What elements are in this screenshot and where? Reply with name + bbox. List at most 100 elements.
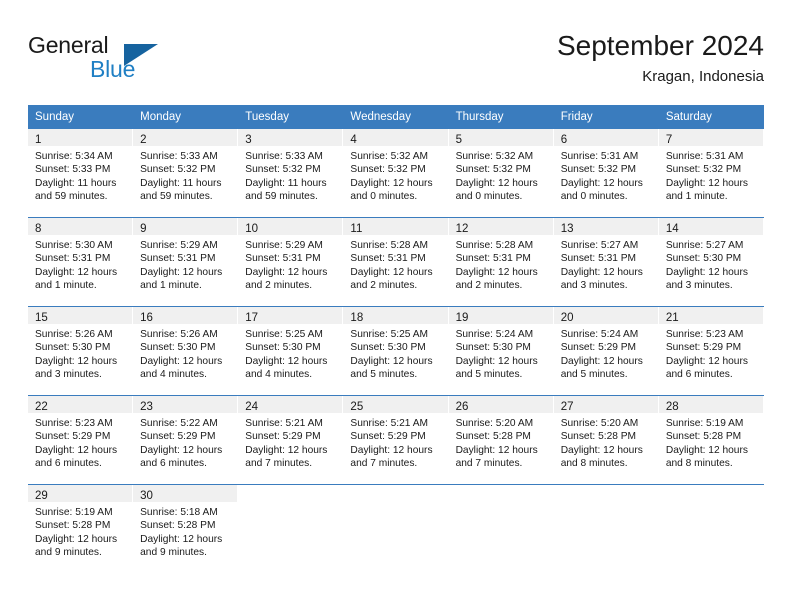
day-details: Sunrise: 5:24 AM Sunset: 5:30 PM Daylight:… bbox=[449, 324, 553, 388]
calendar-day-cell[interactable]: 28 Sunrise: 5:19 AM Sunset: 5:28 PM Dayligh… bbox=[658, 396, 764, 484]
title-block: September 2024 Kragan, Indonesia bbox=[557, 28, 764, 88]
daylight-duration-line1: Daylight: 12 hours bbox=[245, 266, 328, 278]
day-number: 18 bbox=[350, 312, 364, 324]
daylight-duration-line2: and 59 minutes. bbox=[35, 191, 108, 203]
calendar-day-cell[interactable]: 2 Sunrise: 5:33 AM Sunset: 5:32 PM Daylight… bbox=[133, 129, 239, 217]
calendar-day-cell[interactable]: 22 Sunrise: 5:23 AM Sunset: 5:29 PM Dayligh… bbox=[28, 396, 134, 484]
calendar-day-cell[interactable]: 24 Sunrise: 5:21 AM Sunset: 5:29 PM Dayligh… bbox=[238, 396, 344, 484]
daylight-duration-line2: and 7 minutes. bbox=[350, 458, 418, 470]
day-number-bar: 8 bbox=[28, 218, 133, 235]
sunset-time: Sunset: 5:29 PM bbox=[665, 342, 742, 354]
calendar-day-cell[interactable]: 17 Sunrise: 5:25 AM Sunset: 5:30 PM Dayligh… bbox=[238, 307, 344, 395]
daylight-duration-line1: Daylight: 11 hours bbox=[140, 177, 222, 189]
calendar-day-cell[interactable]: 29 Sunrise: 5:19 AM Sunset: 5:28 PM Dayligh… bbox=[28, 485, 134, 573]
calendar-cell-empty bbox=[343, 485, 449, 573]
day-details: Sunrise: 5:31 AM Sunset: 5:32 PM Daylight:… bbox=[554, 146, 658, 210]
calendar-day-cell[interactable]: 27 Sunrise: 5:20 AM Sunset: 5:28 PM Dayligh… bbox=[553, 396, 659, 484]
daylight-duration-line1: Daylight: 12 hours bbox=[350, 266, 433, 278]
sunset-time: Sunset: 5:28 PM bbox=[560, 431, 637, 443]
calendar-day-cell[interactable]: 18 Sunrise: 5:25 AM Sunset: 5:30 PM Dayligh… bbox=[343, 307, 449, 395]
sunrise-time: Sunrise: 5:27 AM bbox=[665, 240, 744, 251]
sunset-time: Sunset: 5:31 PM bbox=[350, 253, 426, 265]
weekday-header-thursday: Thursday bbox=[455, 111, 504, 123]
calendar-day-cell[interactable]: 12 Sunrise: 5:28 AM Sunset: 5:31 PM Dayligh… bbox=[448, 218, 554, 306]
daylight-duration-line1: Daylight: 12 hours bbox=[560, 177, 643, 189]
sunrise-time: Sunrise: 5:25 AM bbox=[245, 329, 323, 340]
calendar-weeks: 1 Sunrise: 5:34 AM Sunset: 5:33 PM Daylight… bbox=[28, 129, 764, 573]
weekday-header-row: Sunday Monday Tuesday Wednesday Thursday Frid… bbox=[28, 105, 764, 129]
calendar-day-cell[interactable]: 8 Sunrise: 5:30 AM Sunset: 5:31 PM Daylight… bbox=[28, 218, 134, 306]
sunrise-time: Sunrise: 5:31 AM bbox=[665, 151, 744, 162]
daylight-duration-line1: Daylight: 12 hours bbox=[455, 266, 538, 278]
sunset-time: Sunset: 5:29 PM bbox=[350, 431, 426, 443]
calendar-day-cell[interactable]: 10 Sunrise: 5:29 AM Sunset: 5:31 PM Dayligh… bbox=[238, 218, 344, 306]
day-number-bar: 28 bbox=[658, 396, 763, 413]
sunset-time: Sunset: 5:32 PM bbox=[665, 164, 742, 176]
daylight-duration-line1: Daylight: 12 hours bbox=[560, 355, 643, 367]
calendar-day-cell[interactable]: 23 Sunrise: 5:22 AM Sunset: 5:29 PM Dayligh… bbox=[133, 396, 239, 484]
day-details bbox=[449, 502, 553, 512]
day-details: Sunrise: 5:21 AM Sunset: 5:29 PM Daylight:… bbox=[343, 413, 447, 477]
daylight-duration-line1: Daylight: 12 hours bbox=[665, 177, 748, 189]
calendar-day-cell[interactable]: 6 Sunrise: 5:31 AM Sunset: 5:32 PM Daylight… bbox=[553, 129, 659, 217]
calendar-day-cell[interactable]: 13 Sunrise: 5:27 AM Sunset: 5:31 PM Dayligh… bbox=[553, 218, 659, 306]
weekday-header-wednesday: Wednesday bbox=[350, 111, 411, 123]
calendar-day-cell[interactable]: 14 Sunrise: 5:27 AM Sunset: 5:30 PM Dayligh… bbox=[658, 218, 764, 306]
daylight-duration-line2: and 4 minutes. bbox=[140, 369, 207, 381]
daylight-duration-line2: and 1 minute. bbox=[140, 280, 202, 292]
daylight-duration-line1: Daylight: 12 hours bbox=[245, 355, 328, 367]
calendar-day-cell[interactable]: 1 Sunrise: 5:34 AM Sunset: 5:33 PM Daylight… bbox=[28, 129, 134, 217]
day-number-bar: 26 bbox=[448, 396, 553, 413]
day-details: Sunrise: 5:30 AM Sunset: 5:31 PM Daylight:… bbox=[28, 235, 132, 299]
calendar-day-cell[interactable]: 11 Sunrise: 5:28 AM Sunset: 5:31 PM Dayligh… bbox=[343, 218, 449, 306]
calendar-day-cell[interactable]: 15 Sunrise: 5:26 AM Sunset: 5:30 PM Dayligh… bbox=[28, 307, 134, 395]
calendar-cell-empty bbox=[238, 485, 344, 573]
day-details bbox=[343, 502, 447, 512]
calendar-day-cell[interactable]: 19 Sunrise: 5:24 AM Sunset: 5:30 PM Dayligh… bbox=[448, 307, 554, 395]
sunset-time: Sunset: 5:29 PM bbox=[35, 431, 111, 443]
daylight-duration-line1: Daylight: 11 hours bbox=[245, 177, 327, 189]
day-number-bar: 2 bbox=[133, 129, 238, 146]
day-number-bar bbox=[448, 485, 553, 502]
daylight-duration-line1: Daylight: 12 hours bbox=[665, 355, 748, 367]
day-number-bar: 9 bbox=[133, 218, 238, 235]
day-number-bar: 16 bbox=[133, 307, 238, 324]
calendar-day-cell[interactable]: 26 Sunrise: 5:20 AM Sunset: 5:28 PM Dayligh… bbox=[448, 396, 554, 484]
day-number-bar bbox=[343, 485, 448, 502]
daylight-duration-line2: and 7 minutes. bbox=[245, 458, 313, 470]
day-details: Sunrise: 5:24 AM Sunset: 5:29 PM Daylight:… bbox=[554, 324, 658, 388]
calendar-day-cell[interactable]: 4 Sunrise: 5:32 AM Sunset: 5:32 PM Daylight… bbox=[343, 129, 449, 217]
day-number-bar: 13 bbox=[553, 218, 658, 235]
sunrise-time: Sunrise: 5:19 AM bbox=[35, 507, 113, 518]
daylight-duration-line2: and 2 minutes. bbox=[455, 280, 523, 292]
day-number: 12 bbox=[455, 223, 469, 235]
general-blue-logo[interactable]: General Blue bbox=[28, 32, 168, 90]
calendar-day-cell[interactable]: 21 Sunrise: 5:23 AM Sunset: 5:29 PM Dayligh… bbox=[658, 307, 764, 395]
day-number-bar bbox=[238, 485, 343, 502]
sunset-time: Sunset: 5:30 PM bbox=[455, 342, 531, 354]
calendar-day-cell[interactable]: 25 Sunrise: 5:21 AM Sunset: 5:29 PM Dayligh… bbox=[343, 396, 449, 484]
weekday-header-friday: Friday bbox=[560, 111, 593, 123]
daylight-duration-line1: Daylight: 12 hours bbox=[140, 444, 223, 456]
calendar-day-cell[interactable]: 7 Sunrise: 5:31 AM Sunset: 5:32 PM Daylight… bbox=[658, 129, 764, 217]
calendar-day-cell[interactable]: 9 Sunrise: 5:29 AM Sunset: 5:31 PM Daylight… bbox=[133, 218, 239, 306]
day-number: 4 bbox=[350, 134, 357, 146]
day-number: 17 bbox=[245, 312, 259, 324]
calendar-day-cell[interactable]: 30 Sunrise: 5:18 AM Sunset: 5:28 PM Dayligh… bbox=[133, 485, 239, 573]
day-details: Sunrise: 5:19 AM Sunset: 5:28 PM Daylight:… bbox=[28, 502, 132, 566]
calendar-day-cell[interactable]: 20 Sunrise: 5:24 AM Sunset: 5:29 PM Dayligh… bbox=[553, 307, 659, 395]
daylight-duration-line2: and 0 minutes. bbox=[455, 191, 523, 203]
sunset-time: Sunset: 5:31 PM bbox=[35, 253, 111, 265]
calendar-day-cell[interactable]: 16 Sunrise: 5:26 AM Sunset: 5:30 PM Dayligh… bbox=[133, 307, 239, 395]
sunrise-time: Sunrise: 5:31 AM bbox=[560, 151, 639, 162]
day-number: 13 bbox=[560, 223, 574, 235]
sunset-time: Sunset: 5:32 PM bbox=[245, 164, 321, 176]
sunset-time: Sunset: 5:32 PM bbox=[455, 164, 531, 176]
sunrise-time: Sunrise: 5:34 AM bbox=[35, 151, 113, 162]
calendar-week-row: 29 Sunrise: 5:19 AM Sunset: 5:28 PM Dayligh… bbox=[28, 484, 764, 573]
calendar-day-cell[interactable]: 5 Sunrise: 5:32 AM Sunset: 5:32 PM Daylight… bbox=[448, 129, 554, 217]
day-details: Sunrise: 5:28 AM Sunset: 5:31 PM Daylight:… bbox=[449, 235, 553, 299]
daylight-duration-line1: Daylight: 12 hours bbox=[560, 266, 643, 278]
calendar-day-cell[interactable]: 3 Sunrise: 5:33 AM Sunset: 5:32 PM Daylight… bbox=[238, 129, 344, 217]
sunrise-time: Sunrise: 5:28 AM bbox=[350, 240, 429, 251]
